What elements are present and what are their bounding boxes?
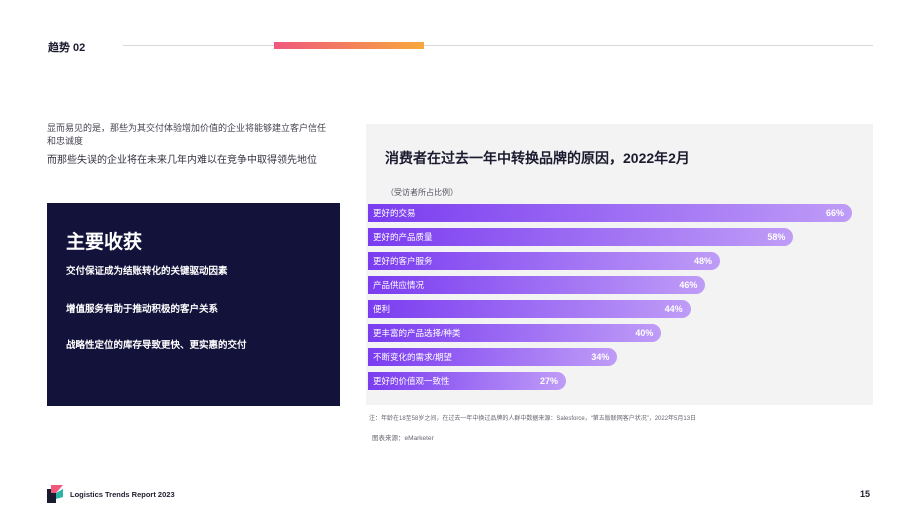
chart-note: 注：年龄在18至58岁之间，在过去一年中换过品牌的人群中数据来源：Salesfo… — [369, 416, 697, 422]
bar-value-label: 66% — [825, 208, 844, 218]
header-rule — [123, 45, 873, 46]
bar-category-label: 产品供应情况 — [373, 280, 425, 290]
footer-report-title: Logistics Trends Report 2023 — [70, 490, 175, 499]
bar: 更好的产品质量 58% — [368, 228, 794, 246]
bar: 更好的价值观一致性 27% — [368, 372, 566, 390]
key-takeaways-box: 主要收获 交付保证成为结账转化的关键驱动因素 增值服务有助于推动积极的客户关系 … — [47, 203, 340, 406]
takeaway-item: 交付保证成为结账转化的关键驱动因素 — [66, 266, 228, 277]
chart-title: 消费者在过去一年中转换品牌的原因，2022年2月 — [385, 150, 690, 166]
header-accent-bar — [274, 42, 424, 49]
bar-category-label: 便利 — [373, 304, 391, 314]
bar-value-label: 48% — [693, 256, 712, 266]
page-number: 15 — [860, 489, 871, 499]
intro-text: 显而易见的是，那些为其交付体验增加价值的企业将能够建立客户信任和忠诚度 而那些失… — [47, 122, 333, 168]
bar-value-label: 44% — [664, 304, 683, 314]
takeaway-item: 战略性定位的库存导致更快、更实惠的交付 — [66, 340, 247, 351]
chart-source: 图表来源：eMarketer — [372, 435, 434, 442]
bar-category-label: 更好的交易 — [373, 208, 416, 218]
bar: 更丰富的产品选择/种类 40% — [368, 324, 662, 342]
bar-value-label: 58% — [767, 232, 786, 242]
chart-subtitle: （受访者所占比例） — [386, 188, 458, 197]
chart-panel: 消费者在过去一年中转换品牌的原因，2022年2月 （受访者所占比例） 更好的交易… — [366, 124, 873, 405]
key-takeaways-title: 主要收获 — [66, 232, 143, 253]
bar-chart: 更好的交易 66% 更好的产品质量 58% 更好的客户服务 48% 产品供应情况 46% 便利 4… — [368, 204, 868, 396]
bar-category-label: 更好的产品质量 — [373, 232, 433, 242]
bar: 便利 44% — [368, 300, 691, 318]
bar-value-label: 40% — [635, 328, 654, 338]
bar-category-label: 更好的价值观一致性 — [373, 376, 450, 386]
bar-category-label: 不断变化的需求/期望 — [373, 352, 452, 362]
bar: 产品供应情况 46% — [368, 276, 706, 294]
bar-value-label: 27% — [539, 376, 558, 386]
bar-value-label: 46% — [679, 280, 698, 290]
bar: 不断变化的需求/期望 34% — [368, 348, 618, 366]
bar: 更好的交易 66% — [368, 204, 852, 222]
section-label: 趋势 02 — [48, 42, 86, 54]
brand-logo-icon — [47, 485, 63, 503]
intro-paragraph-1: 显而易见的是，那些为其交付体验增加价值的企业将能够建立客户信任和忠诚度 — [47, 123, 327, 146]
intro-paragraph-2: 而那些失误的企业将在未来几年内难以在竞争中取得领先地位 — [47, 155, 317, 166]
bar-category-label: 更好的客户服务 — [373, 256, 433, 266]
takeaway-item: 增值服务有助于推动积极的客户关系 — [66, 304, 219, 315]
bar-category-label: 更丰富的产品选择/种类 — [373, 328, 461, 338]
bar-value-label: 34% — [591, 352, 610, 362]
bar: 更好的客户服务 48% — [368, 252, 720, 270]
brand-logo — [47, 485, 63, 503]
